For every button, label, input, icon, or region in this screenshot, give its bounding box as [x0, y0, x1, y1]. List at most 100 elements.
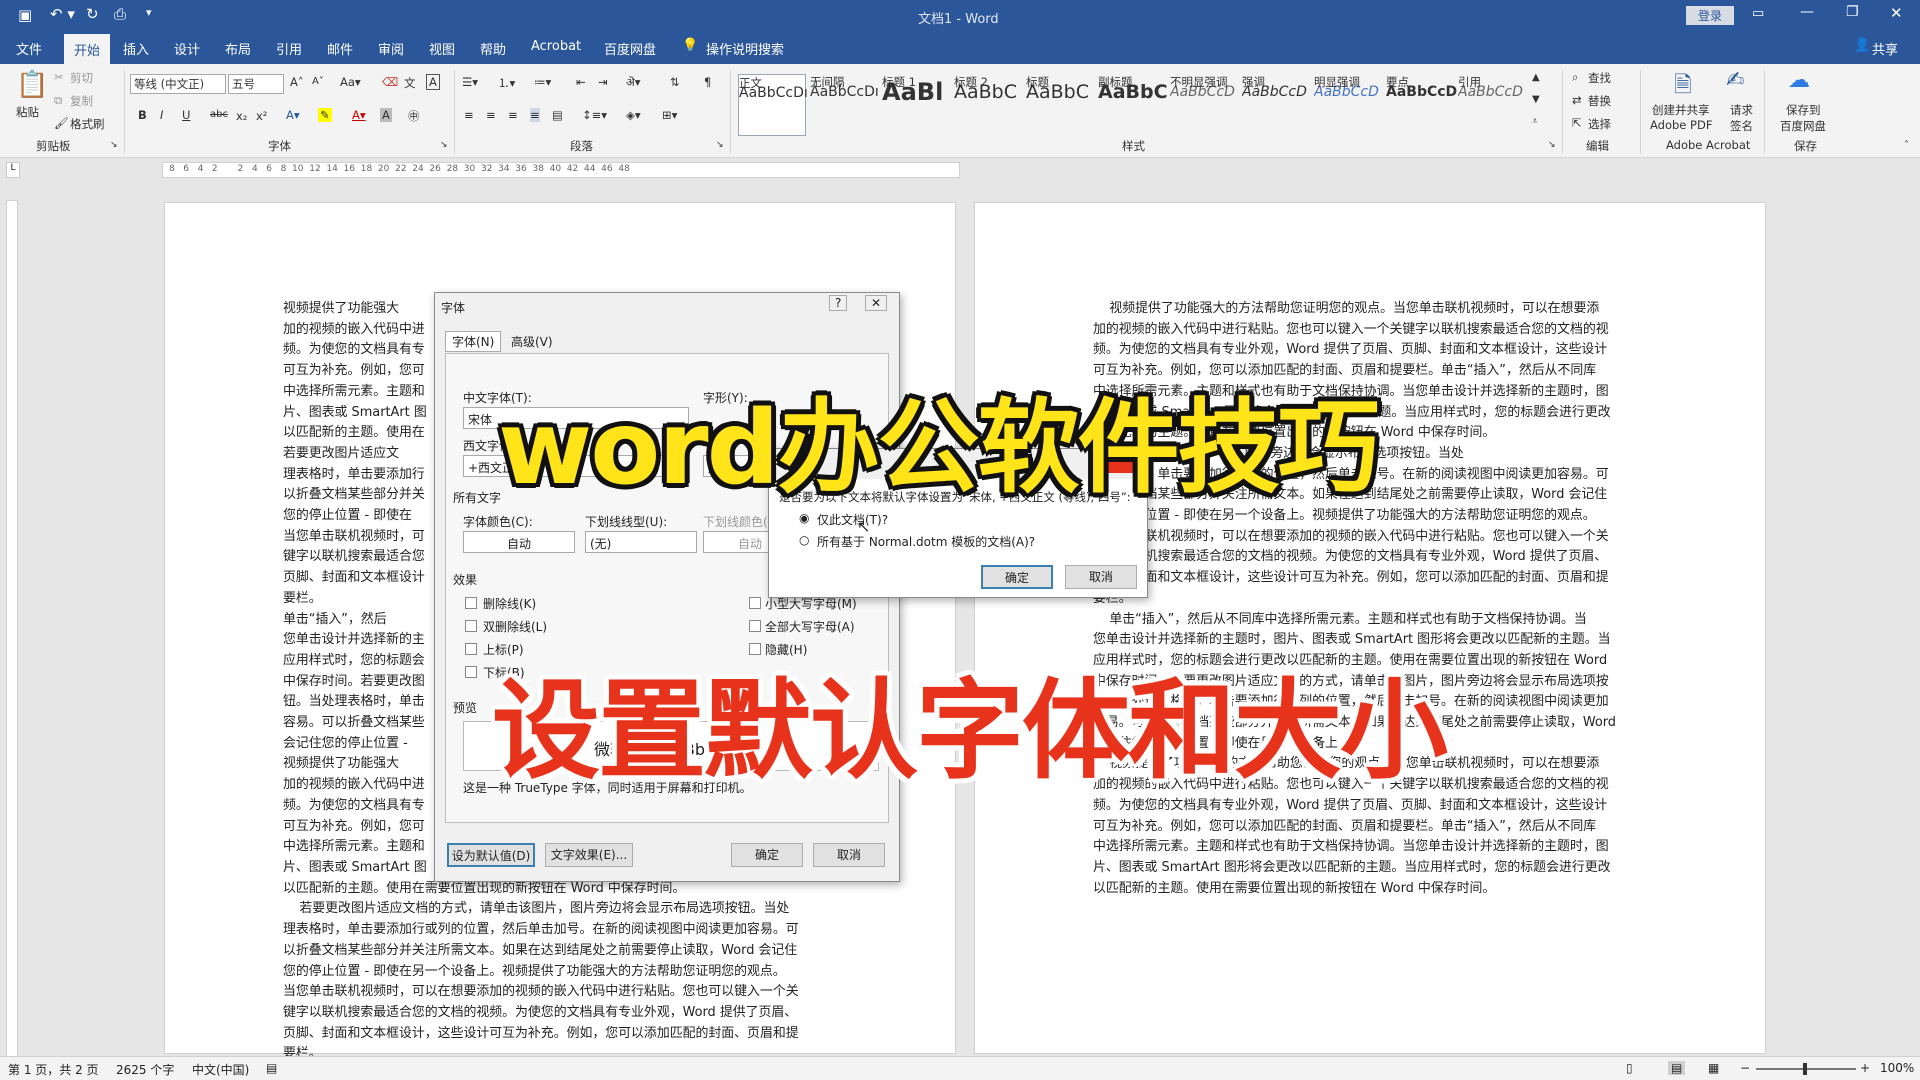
select-button[interactable]: 选择	[1588, 116, 1611, 132]
underline-type-dropdown[interactable]: (无)	[585, 531, 697, 553]
font-color-icon[interactable]: A▾	[352, 108, 366, 122]
customize-qat-icon[interactable]: ▾	[146, 6, 152, 19]
close-icon[interactable]: ✕	[1890, 4, 1903, 22]
confirm-cancel-button[interactable]: 取消	[1065, 565, 1137, 589]
style-heading1[interactable]: AaBl 标题 1	[882, 74, 950, 136]
double-strike-checkbox[interactable]	[465, 620, 477, 632]
align-center-icon[interactable]: ≡	[486, 108, 496, 122]
copy-icon[interactable]: ⧉	[54, 93, 62, 108]
cut-icon[interactable]: ✂	[54, 70, 64, 84]
request-sign-button-2[interactable]: 签名	[1730, 118, 1753, 134]
decrease-indent-icon[interactable]: ⇤	[576, 75, 586, 89]
styles-launcher-icon[interactable]: ↘	[1548, 140, 1556, 150]
tell-me-search[interactable]: 操作说明搜索	[706, 39, 784, 58]
tab-mailings[interactable]: 邮件	[327, 39, 353, 58]
zoom-slider[interactable]	[1756, 1063, 1856, 1075]
all-caps-checkbox[interactable]	[749, 620, 761, 632]
zoom-in-icon[interactable]: +	[1860, 1061, 1870, 1075]
login-button[interactable]: 登录	[1686, 6, 1735, 25]
multilevel-icon[interactable]: ≔▾	[534, 75, 551, 89]
create-pdf-button-2[interactable]: Adobe PDF	[1650, 118, 1712, 132]
superscript-checkbox[interactable]	[465, 643, 477, 655]
borders-icon[interactable]: ⊞▾	[662, 108, 677, 122]
dialog-cancel-button[interactable]: 取消	[813, 843, 885, 867]
font-size-dropdown[interactable]: 五号	[228, 74, 284, 94]
zoom-thumb[interactable]	[1803, 1063, 1807, 1075]
strike-checkbox[interactable]	[465, 597, 477, 609]
phonetic-icon[interactable]: 文	[404, 75, 416, 91]
tab-advanced[interactable]: 高级(V)	[511, 333, 553, 350]
justify-icon[interactable]: ≡	[530, 108, 540, 122]
tab-font[interactable]: 字体(N)	[445, 331, 502, 352]
font-color-dropdown[interactable]: 自动	[463, 531, 575, 553]
tab-baidu[interactable]: 百度网盘	[604, 39, 656, 58]
chinese-layout-icon[interactable]: ऄ▾	[626, 75, 641, 90]
request-sign-icon[interactable]: ✍	[1726, 68, 1744, 93]
save-baidu-button-2[interactable]: 百度网盘	[1780, 118, 1826, 134]
undo-icon[interactable]: ↶ ▾	[50, 5, 75, 23]
share-button[interactable]: 共享	[1872, 39, 1898, 58]
request-sign-button[interactable]: 请求	[1730, 102, 1753, 118]
zoom-level[interactable]: 100%	[1880, 1061, 1914, 1075]
save-icon[interactable]: ▣	[18, 6, 32, 24]
style-strong[interactable]: AaBbCcD 要点	[1386, 74, 1457, 136]
line-spacing-icon[interactable]: ↕≡▾	[582, 108, 607, 122]
print-preview-icon[interactable]: ⎙	[114, 5, 126, 23]
char-border-icon[interactable]: A	[426, 74, 440, 90]
text-effects-button[interactable]: 文字效果(E)...	[545, 843, 633, 867]
paste-button[interactable]: 粘贴	[16, 104, 39, 120]
create-pdf-icon[interactable]: 🗎	[1674, 68, 1692, 106]
language[interactable]: 中文(中国)	[192, 1061, 249, 1078]
find-icon[interactable]: ⌕	[1572, 70, 1578, 85]
enclose-char-icon[interactable]: ㊥	[408, 108, 420, 124]
tab-layout[interactable]: 布局	[225, 39, 251, 58]
horizontal-ruler[interactable]: 8 6 4 2 2 4 6 8 10 12 14 16 18 20 22 24 …	[162, 162, 960, 178]
page-2[interactable]: 视频提供了功能强大的方法帮助您证明您的观点。当您单击联机视频时，可以在想要添 加的…	[974, 202, 1766, 1054]
distributed-icon[interactable]: ▤	[552, 108, 563, 122]
superscript-icon[interactable]: x²	[256, 109, 267, 123]
dialog-close-button[interactable]: ✕	[865, 295, 888, 311]
styles-scroll-up-icon[interactable]: ▲	[1532, 72, 1540, 83]
save-baidu-button[interactable]: 保存到	[1786, 102, 1821, 118]
shrink-font-icon[interactable]: A˅	[312, 76, 324, 87]
clipboard-launcher-icon[interactable]: ↘	[110, 140, 118, 150]
tab-design[interactable]: 设计	[174, 39, 200, 58]
tab-references[interactable]: 引用	[276, 39, 302, 58]
style-title[interactable]: AaBbC 标题	[1026, 74, 1094, 136]
style-no-spacing[interactable]: AaBbCcDı 无间隔	[810, 74, 879, 136]
create-pdf-button[interactable]: 创建并共享	[1652, 102, 1710, 118]
subscript-icon[interactable]: x₂	[236, 109, 247, 123]
tab-acrobat[interactable]: Acrobat	[531, 39, 581, 54]
tab-selector-icon[interactable]: L	[6, 162, 20, 178]
show-marks-icon[interactable]: ¶	[704, 75, 711, 89]
collapse-ribbon-icon[interactable]: ˄	[1904, 140, 1909, 151]
style-quote[interactable]: AaBbCcD 引用	[1458, 74, 1526, 136]
zoom-out-icon[interactable]: −	[1740, 1061, 1750, 1075]
replace-icon[interactable]: ⇄	[1572, 93, 1582, 107]
style-emphasis[interactable]: AaBbCcD 强调	[1242, 74, 1310, 136]
help-button[interactable]: ?	[829, 295, 848, 311]
text-effects-icon[interactable]: A▾	[286, 108, 300, 122]
ribbon-display-icon[interactable]: ▭	[1752, 6, 1764, 21]
macro-icon[interactable]: ▤	[266, 1061, 277, 1075]
style-normal[interactable]: AaBbCcDı 正文	[738, 74, 808, 136]
char-shading-icon[interactable]: A	[380, 108, 392, 122]
read-mode-icon[interactable]: ▯	[1626, 1061, 1633, 1075]
tab-file[interactable]: 文件	[16, 39, 42, 58]
share-icon[interactable]: 👤	[1854, 38, 1870, 53]
clear-format-icon[interactable]: ⌫	[382, 75, 398, 89]
align-left-icon[interactable]: ≡	[464, 108, 474, 122]
format-painter-icon[interactable]: 🖌	[54, 116, 69, 130]
paragraph-launcher-icon[interactable]: ↘	[716, 140, 724, 150]
small-caps-checkbox[interactable]	[749, 597, 761, 609]
align-right-icon[interactable]: ≡	[508, 108, 518, 122]
style-subtitle[interactable]: AaBbC 副标题	[1098, 74, 1168, 136]
replace-button[interactable]: 替换	[1588, 93, 1611, 109]
confirm-ok-button[interactable]: 确定	[981, 565, 1053, 589]
style-intense-emphasis[interactable]: AaBbCcD 明显强调	[1314, 74, 1382, 136]
find-button[interactable]: 查找	[1588, 70, 1611, 86]
bold-button[interactable]: B	[138, 108, 147, 122]
restore-icon[interactable]: ❐	[1846, 4, 1859, 20]
style-heading2[interactable]: AaBbC 标题 2	[954, 74, 1022, 136]
tab-view[interactable]: 视图	[429, 39, 455, 58]
